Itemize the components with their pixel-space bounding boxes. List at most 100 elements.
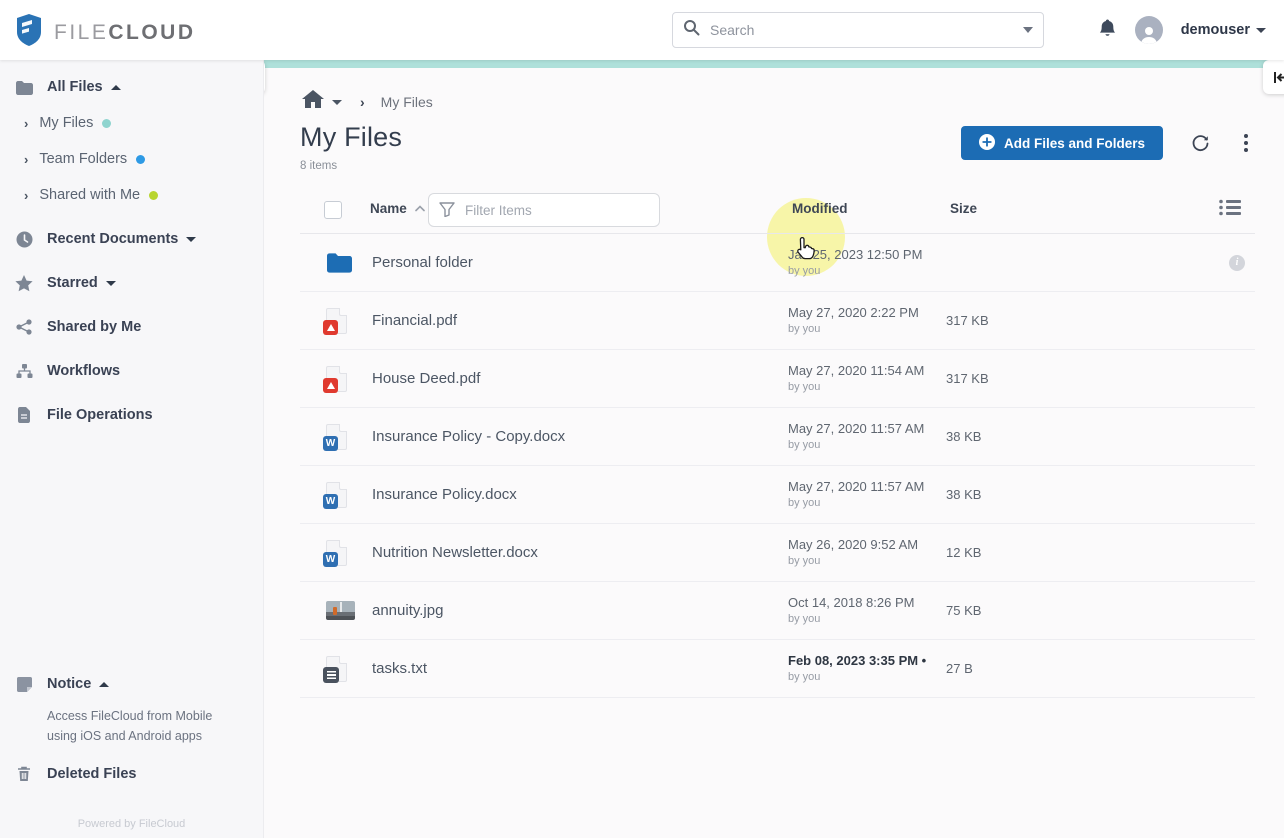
file-size: 12 KB	[946, 545, 982, 560]
file-type-icon	[326, 252, 356, 273]
items-count: 8 items	[300, 160, 338, 172]
sidebar-item-starred[interactable]: Starred	[0, 265, 263, 301]
notifications-bell-icon[interactable]	[1098, 18, 1117, 43]
filecloud-logo[interactable]: FILECLOUD	[14, 13, 196, 52]
sidebar-collapse-button[interactable]	[264, 60, 265, 94]
folder-icon	[14, 80, 34, 95]
main-content: › My Files My Files 8 items Add Files an…	[264, 60, 1284, 838]
more-options-button[interactable]	[1238, 132, 1254, 154]
workflow-icon	[14, 363, 34, 379]
sidebar: All Files › My Files › Team Folders › Sh…	[0, 60, 264, 838]
username-label: demouser	[1180, 22, 1250, 38]
modified-date: Feb 08, 2023 3:35 PM •	[788, 653, 927, 668]
column-header-name[interactable]: Name	[370, 201, 425, 216]
file-name[interactable]: Personal folder	[372, 254, 788, 271]
table-row[interactable]: annuity.jpg Oct 14, 2018 8:26 PM by you …	[300, 582, 1255, 640]
file-size: 27 B	[946, 661, 973, 676]
search-scope-dropdown-icon[interactable]	[1023, 27, 1033, 33]
table-row[interactable]: tasks.txt Feb 08, 2023 3:35 PM • by you …	[300, 640, 1255, 698]
table-body: Personal folder Jan 25, 2023 12:50 PM by…	[300, 234, 1255, 698]
file-size: 317 KB	[946, 371, 989, 386]
brand-text: FILECLOUD	[54, 20, 196, 44]
modified-by: by you	[788, 613, 821, 625]
list-view-icon[interactable]	[1219, 199, 1241, 221]
sidebar-item-file-operations[interactable]: File Operations	[0, 397, 263, 433]
add-files-and-folders-button[interactable]: Add Files and Folders	[960, 126, 1163, 160]
sidebar-item-my-files[interactable]: › My Files	[0, 105, 263, 141]
file-size: 75 KB	[946, 603, 982, 618]
file-type-icon	[323, 365, 356, 393]
user-avatar[interactable]	[1134, 16, 1163, 44]
expand-caret-icon	[105, 280, 116, 286]
file-size: 38 KB	[946, 487, 982, 502]
file-name[interactable]: Insurance Policy - Copy.docx	[372, 428, 788, 445]
modified-cell: May 27, 2020 11:57 AM by you	[788, 479, 946, 510]
breadcrumb-current[interactable]: My Files	[381, 94, 433, 110]
mouse-cursor-icon	[795, 236, 819, 268]
modified-by: by you	[788, 497, 821, 509]
table-row[interactable]: Financial.pdf May 27, 2020 2:22 PM by yo…	[300, 292, 1255, 350]
select-all-checkbox[interactable]	[324, 201, 342, 219]
info-cell: i	[1219, 254, 1245, 271]
file-type-icon: W	[323, 539, 356, 567]
table-row[interactable]: W Insurance Policy.docx May 27, 2020 11:…	[300, 466, 1255, 524]
star-icon	[14, 274, 34, 292]
modified-by: by you	[788, 381, 821, 393]
column-header-size[interactable]: Size	[950, 201, 977, 216]
panel-collapse-button[interactable]	[1263, 60, 1284, 94]
modified-date: May 26, 2020 9:52 AM	[788, 537, 919, 552]
file-type-icon: W	[323, 423, 356, 451]
file-table: Name Modified Size Personal folder	[300, 186, 1255, 698]
modified-cell: May 27, 2020 11:54 AM by you	[788, 363, 946, 394]
collapse-caret-icon	[99, 681, 110, 687]
top-bar: FILECLOUD demouser	[0, 0, 1284, 60]
modified-cell: May 26, 2020 9:52 AM by you	[788, 537, 946, 568]
search-input[interactable]	[710, 22, 1023, 38]
sidebar-item-team-folders[interactable]: › Team Folders	[0, 141, 263, 177]
file-name[interactable]: Insurance Policy.docx	[372, 486, 788, 503]
filter-funnel-icon	[439, 202, 455, 222]
sidebar-item-shared-by-me[interactable]: Shared by Me	[0, 309, 263, 345]
table-row[interactable]: W Insurance Policy - Copy.docx May 27, 2…	[300, 408, 1255, 466]
modified-date: Oct 14, 2018 8:26 PM	[788, 595, 915, 610]
trash-icon	[14, 766, 34, 782]
modified-date: May 27, 2020 2:22 PM	[788, 305, 919, 320]
expand-caret-icon	[186, 236, 197, 242]
collapse-caret-icon	[110, 84, 121, 90]
sidebar-item-all-files[interactable]: All Files	[0, 69, 263, 105]
breadcrumb-dropdown-icon[interactable]	[332, 99, 342, 105]
file-size: 317 KB	[946, 313, 989, 328]
modified-cell: Feb 08, 2023 3:35 PM • by you	[788, 653, 946, 684]
search-bar[interactable]	[672, 12, 1044, 48]
file-name[interactable]: Nutrition Newsletter.docx	[372, 544, 788, 561]
table-row[interactable]: W Nutrition Newsletter.docx May 26, 2020…	[300, 524, 1255, 582]
column-header-modified[interactable]: Modified	[792, 201, 848, 216]
modified-cell: Oct 14, 2018 8:26 PM by you	[788, 595, 946, 626]
file-name[interactable]: tasks.txt	[372, 660, 788, 677]
sidebar-item-recent-documents[interactable]: Recent Documents	[0, 221, 263, 257]
file-name[interactable]: annuity.jpg	[372, 602, 788, 619]
status-dot	[102, 118, 112, 128]
modified-by: by you	[788, 323, 821, 335]
filter-items-input[interactable]	[428, 193, 660, 227]
file-type-icon	[323, 655, 356, 683]
modified-cell: May 27, 2020 2:22 PM by you	[788, 305, 946, 336]
refresh-button[interactable]	[1189, 132, 1212, 155]
notice-text: Access FileCloud from Mobile using iOS a…	[47, 709, 213, 743]
file-name[interactable]: Financial.pdf	[372, 312, 788, 329]
sidebar-item-workflows[interactable]: Workflows	[0, 353, 263, 389]
search-icon	[683, 19, 700, 41]
user-menu[interactable]: demouser	[1181, 22, 1266, 38]
chevron-right-icon: ›	[24, 151, 29, 167]
file-name[interactable]: House Deed.pdf	[372, 370, 788, 387]
info-icon[interactable]: i	[1229, 254, 1245, 271]
status-dot	[136, 154, 146, 164]
home-icon[interactable]	[302, 90, 324, 114]
sidebar-item-shared-with-me[interactable]: › Shared with Me	[0, 177, 263, 213]
sidebar-item-deleted-files[interactable]: Deleted Files	[0, 756, 263, 792]
table-row[interactable]: House Deed.pdf May 27, 2020 11:54 AM by …	[300, 350, 1255, 408]
file-size: 38 KB	[946, 429, 982, 444]
sidebar-item-notice[interactable]: Notice	[0, 666, 263, 702]
topbar-right-group: demouser	[1098, 0, 1266, 60]
table-row[interactable]: Personal folder Jan 25, 2023 12:50 PM by…	[300, 234, 1255, 292]
